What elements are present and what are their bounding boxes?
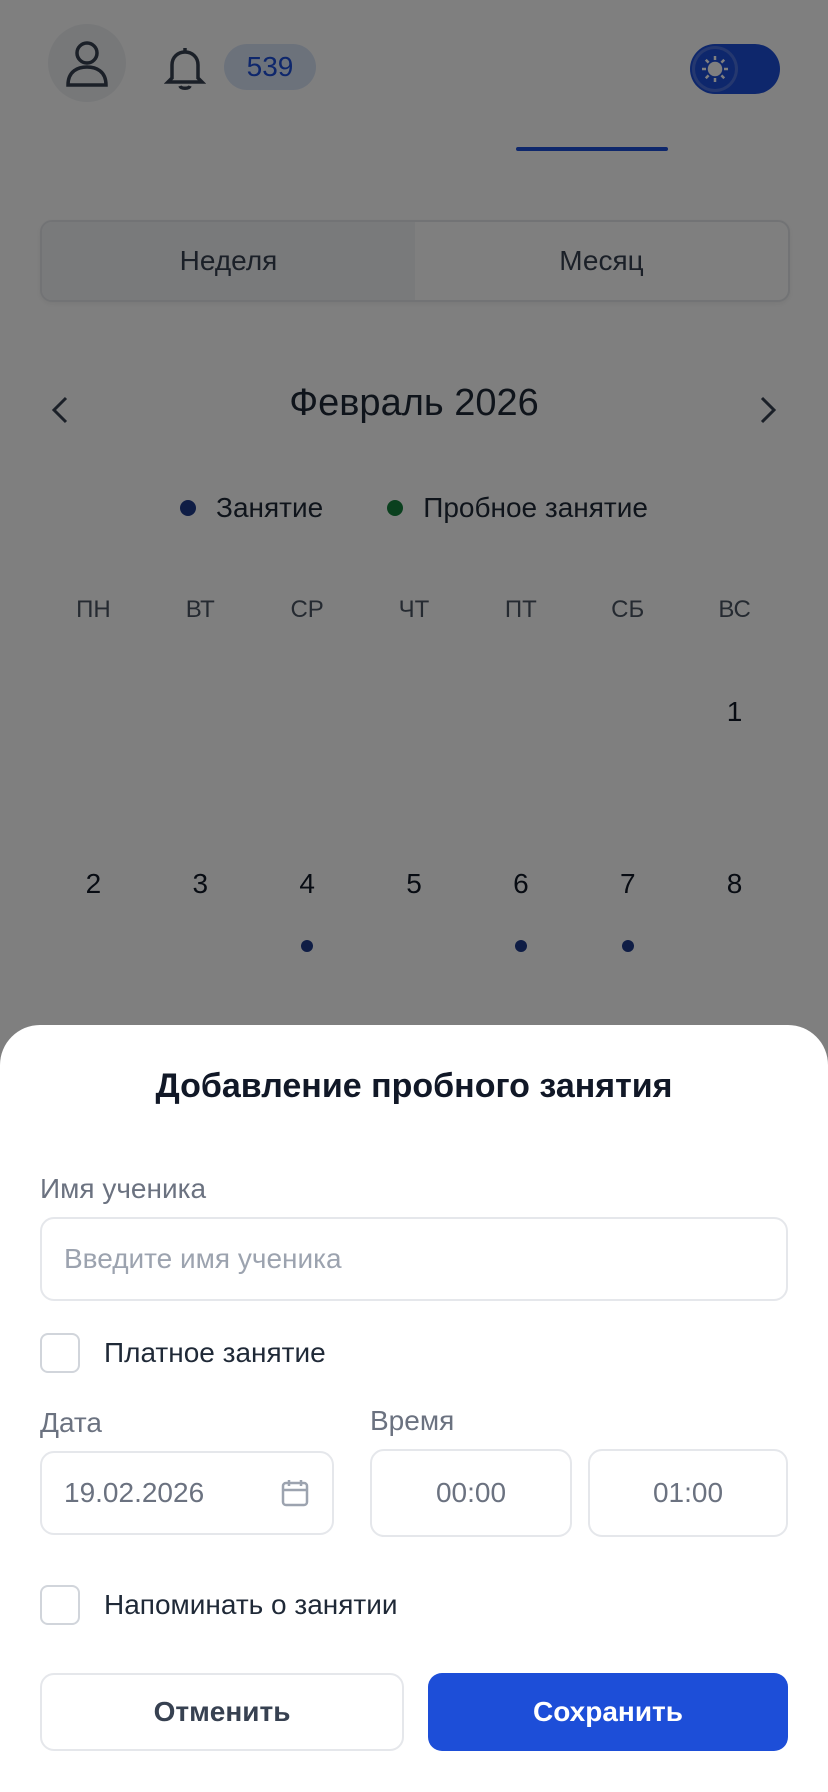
paid-lesson-label: Платное занятие (104, 1337, 326, 1368)
date-label: Дата (40, 1407, 103, 1438)
time-label: Время (370, 1405, 455, 1436)
calendar-icon[interactable] (280, 1478, 310, 1508)
student-name-label: Имя ученика (40, 1173, 207, 1204)
save-button[interactable]: Сохранить (428, 1673, 788, 1751)
add-trial-lesson-sheet: Добавление пробного занятия Имя ученика … (0, 1025, 828, 1792)
start-time-field[interactable]: 00:00 (370, 1449, 572, 1537)
end-time-field[interactable]: 01:00 (588, 1449, 788, 1537)
student-name-input[interactable] (40, 1217, 788, 1301)
remind-label: Напоминать о занятии (104, 1589, 398, 1620)
sheet-title: Добавление пробного занятия (155, 1067, 673, 1105)
date-value: 19.02.2026 (64, 1477, 205, 1508)
remind-checkbox[interactable] (40, 1585, 80, 1625)
date-field[interactable]: 19.02.2026 (40, 1451, 334, 1535)
cancel-button[interactable]: Отменить (40, 1673, 404, 1751)
paid-lesson-checkbox[interactable] (40, 1333, 80, 1373)
